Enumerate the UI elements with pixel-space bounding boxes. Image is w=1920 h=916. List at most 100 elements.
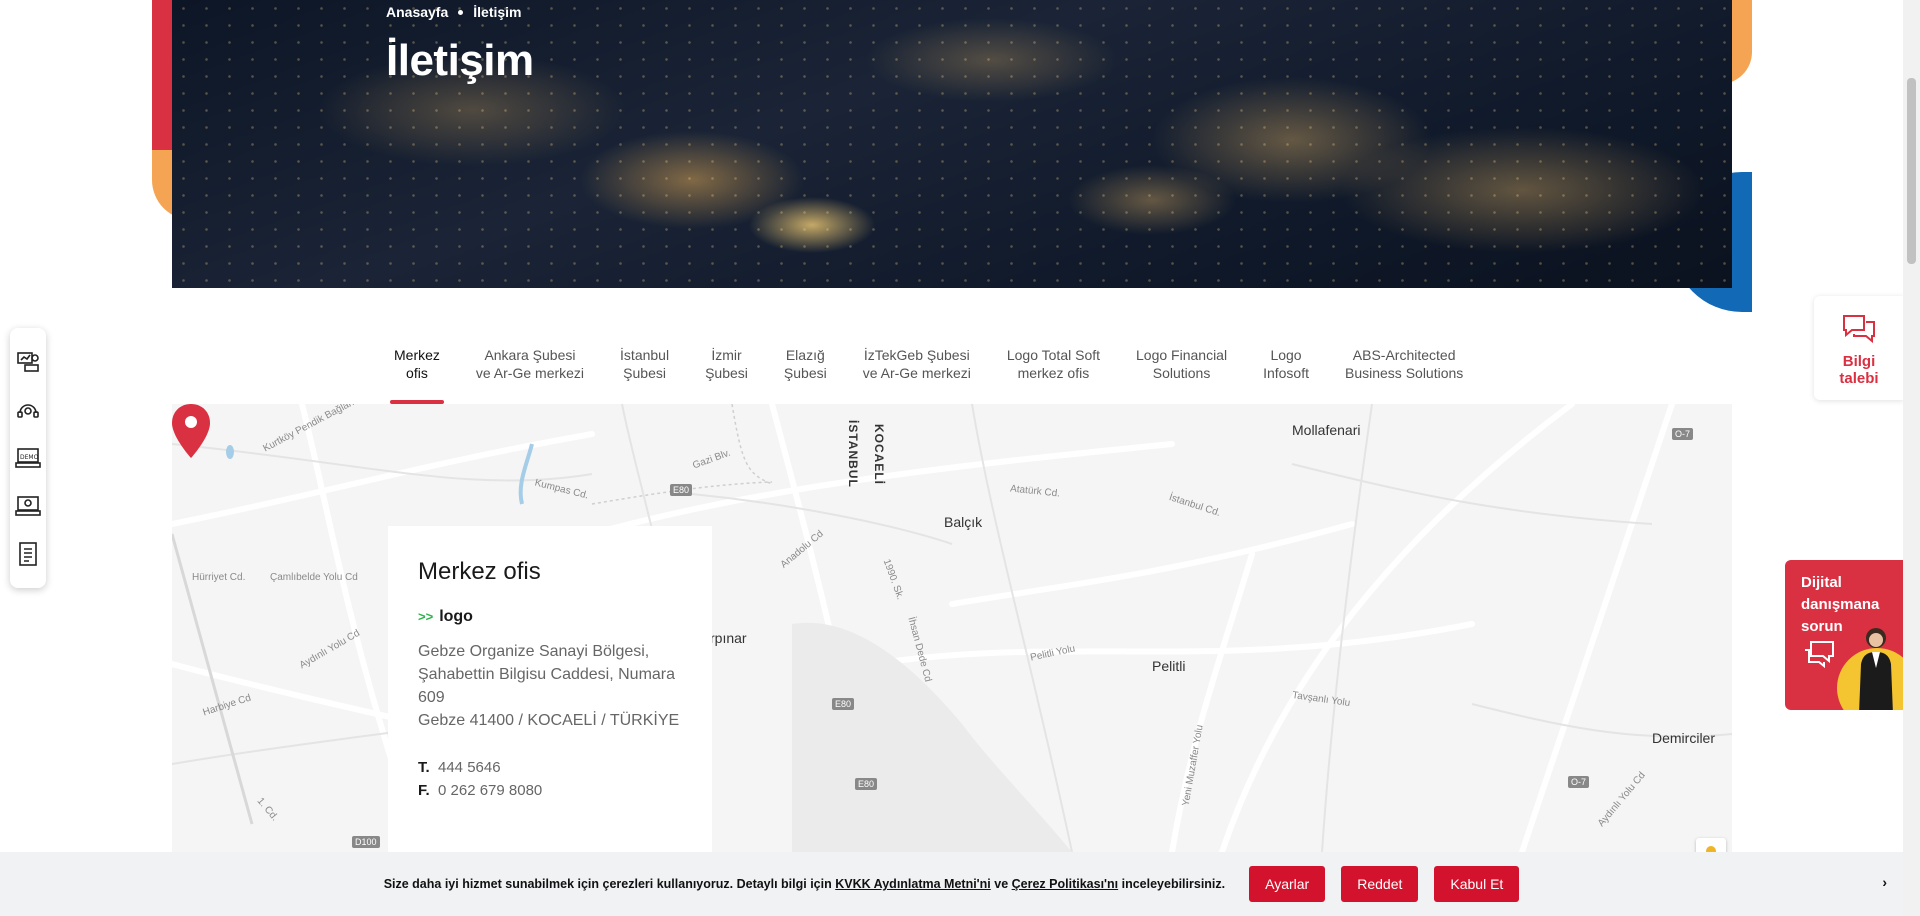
tab-logo-total-soft[interactable]: Logo Total Soft merkez ofis [989,346,1118,404]
tab-label-line1: İstanbul [620,347,670,363]
map-road-sign: D100 [352,836,380,848]
office-contacts: T. 444 5646 F. 0 262 679 8080 [418,756,682,802]
map-place-demirciler: Demirciler [1652,730,1715,746]
office-name: Merkez ofis [418,558,541,585]
breadcrumb: Anasayfa İletişim [386,4,522,20]
tab-abs[interactable]: ABS-Architected Business Solutions [1327,346,1481,404]
cookie-policy-link[interactable]: Çerez Politikası'nı [1012,877,1118,891]
address-line: Gebze 41400 / KOCAELİ / TÜRKİYE [418,712,680,729]
svg-text:DEMO: DEMO [20,454,39,461]
fax-row: F. 0 262 679 8080 [418,779,682,802]
map-location-pin-icon[interactable] [172,404,210,458]
breadcrumb-home[interactable]: Anasayfa [386,4,448,20]
phone-number[interactable]: 444 5646 [438,759,501,776]
breadcrumb-separator [458,9,464,15]
analysis-icon[interactable] [15,349,41,375]
digital-line1: Dijital [1801,574,1842,591]
tab-elazig-subesi[interactable]: Elazığ Şubesi [766,346,845,404]
support-icon[interactable] [15,397,41,423]
document-icon[interactable] [15,541,41,567]
cookie-text: Size daha iyi hizmet sunabilmek için çer… [383,877,832,891]
tab-logo-financial[interactable]: Logo Financial Solutions [1118,346,1245,404]
map-road-sign: E80 [832,698,855,710]
office-tabs: Merkez ofis Ankara Şubesi ve Ar-Ge merkezi… [376,346,1481,404]
tab-label-line2: merkez ofis [1017,365,1090,381]
info-request-line1: Bilgi [1842,353,1876,370]
cookie-text: ve [994,877,1009,891]
tab-label-line2: ve Ar-Ge merkezi [475,365,585,381]
street-view-pegman-icon[interactable] [1696,838,1726,852]
fax-number: 0 262 679 8080 [438,782,543,799]
brand-name: logo [439,608,473,625]
tab-label-line1: Logo Financial [1136,347,1228,363]
office-address: Gebze Organize Sanayi Bölgesi, Şahabetti… [418,640,682,732]
map-road-sign: O-7 [1672,428,1694,440]
page: Anasayfa İletişim İletişim DEMO Merkez of… [0,0,1920,916]
tab-iztekgeb-subesi[interactable]: İzTekGeb Şubesi ve Ar-Ge merkezi [845,346,989,404]
phone-label: T. [418,759,430,776]
phone-row: T. 444 5646 [418,756,682,779]
map-place-pelitli: Pelitli [1152,658,1186,674]
map-road-sign: E80 [855,778,878,790]
map-road-label: Çamlıbelde Yolu Cd [270,572,358,583]
map-road-label: Hürriyet Cd. [192,572,246,583]
map-region-kocaeli: KOCAELİ [872,424,886,485]
info-request-label: Bilgi talebi [1814,353,1904,387]
tab-label-line2: ve Ar-Ge merkezi [862,365,971,381]
info-request-line2: talebi [1839,370,1879,387]
cookie-reject-button[interactable]: Reddet [1341,866,1419,902]
page-scrollbar[interactable] [1903,0,1920,916]
map-road-sign: E80 [670,484,693,496]
tab-label-line1: İzmir [711,347,742,363]
tab-label-line2: Solutions [1152,365,1211,381]
tab-label-line2: Business Solutions [1345,365,1464,381]
tab-logo-infosoft[interactable]: Logo Infosoft [1245,346,1327,404]
side-toolbar: DEMO [10,328,46,588]
cookie-accept-button[interactable]: Kabul Et [1434,866,1520,902]
tab-label-line2: ofis [406,365,428,381]
brand-arrow-icon: >> [418,609,434,624]
demo-icon[interactable]: DEMO [15,445,41,471]
tab-izmir-subesi[interactable]: İzmir Şubesi [687,346,766,404]
office-info-card: Merkez ofis >> logo Gebze Organize Sanayi… [388,526,712,856]
tab-merkez-ofis[interactable]: Merkez ofis [376,346,458,404]
tab-label-line2: Infosoft [1263,365,1309,381]
map-road-sign: O-7 [1568,776,1590,788]
cookie-text: inceleyebilirsiniz. [1121,877,1226,891]
tab-label-line2: Şubesi [623,365,666,381]
tab-label-line1: Ankara Şubesi [484,347,576,363]
webinar-icon[interactable] [15,493,41,519]
address-line: 609 [418,689,445,706]
tab-label-line1: Merkez [394,347,440,363]
tab-ankara-subesi[interactable]: Ankara Şubesi ve Ar-Ge merkezi [458,346,602,404]
tab-label-line1: ABS-Architected [1352,347,1456,363]
map-place-mollafenari: Mollafenari [1292,422,1361,438]
map-place-balcik: Balçık [944,514,983,530]
cookie-settings-button[interactable]: Ayarlar [1249,866,1326,902]
fax-label: F. [418,782,430,799]
tab-label-line1: Logo Total Soft [1006,347,1101,363]
kvkk-link[interactable]: KVKK Aydınlatma Metni'ni [835,877,991,891]
digital-line2: danışmana [1801,596,1880,613]
hero-banner: Anasayfa İletişim İletişim [172,0,1732,288]
cookie-consent-bar: Size daha iyi hizmet sunabilmek için çer… [0,852,1903,916]
scrollbar-thumb[interactable] [1907,78,1916,264]
map-place-partial: rpınar [710,630,747,646]
cookie-message: Size daha iyi hizmet sunabilmek için çer… [384,877,1225,891]
tab-istanbul-subesi[interactable]: İstanbul Şubesi [602,346,687,404]
tab-label-line1: İzTekGeb Şubesi [863,347,970,363]
chat-icon [1805,641,1834,669]
office-brand: >> logo [418,608,682,626]
map-region-istanbul: İSTANBUL [846,420,860,488]
advisor-avatar [1859,628,1893,710]
address-line: Gebze Organize Sanayi Bölgesi, [418,643,650,660]
cookie-close-icon[interactable]: › [1882,874,1887,890]
tab-label-line1: Logo [1270,347,1302,363]
digital-advisor-widget[interactable]: Dijital danışmana sorun [1785,560,1903,710]
tab-label-line2: Şubesi [705,365,748,381]
tab-label-line1: Elazığ [785,347,825,363]
info-request-button[interactable]: Bilgi talebi [1814,296,1904,400]
page-title: İletişim [386,36,534,85]
chat-bubbles-icon [1843,315,1875,344]
breadcrumb-current: İletişim [473,4,522,20]
